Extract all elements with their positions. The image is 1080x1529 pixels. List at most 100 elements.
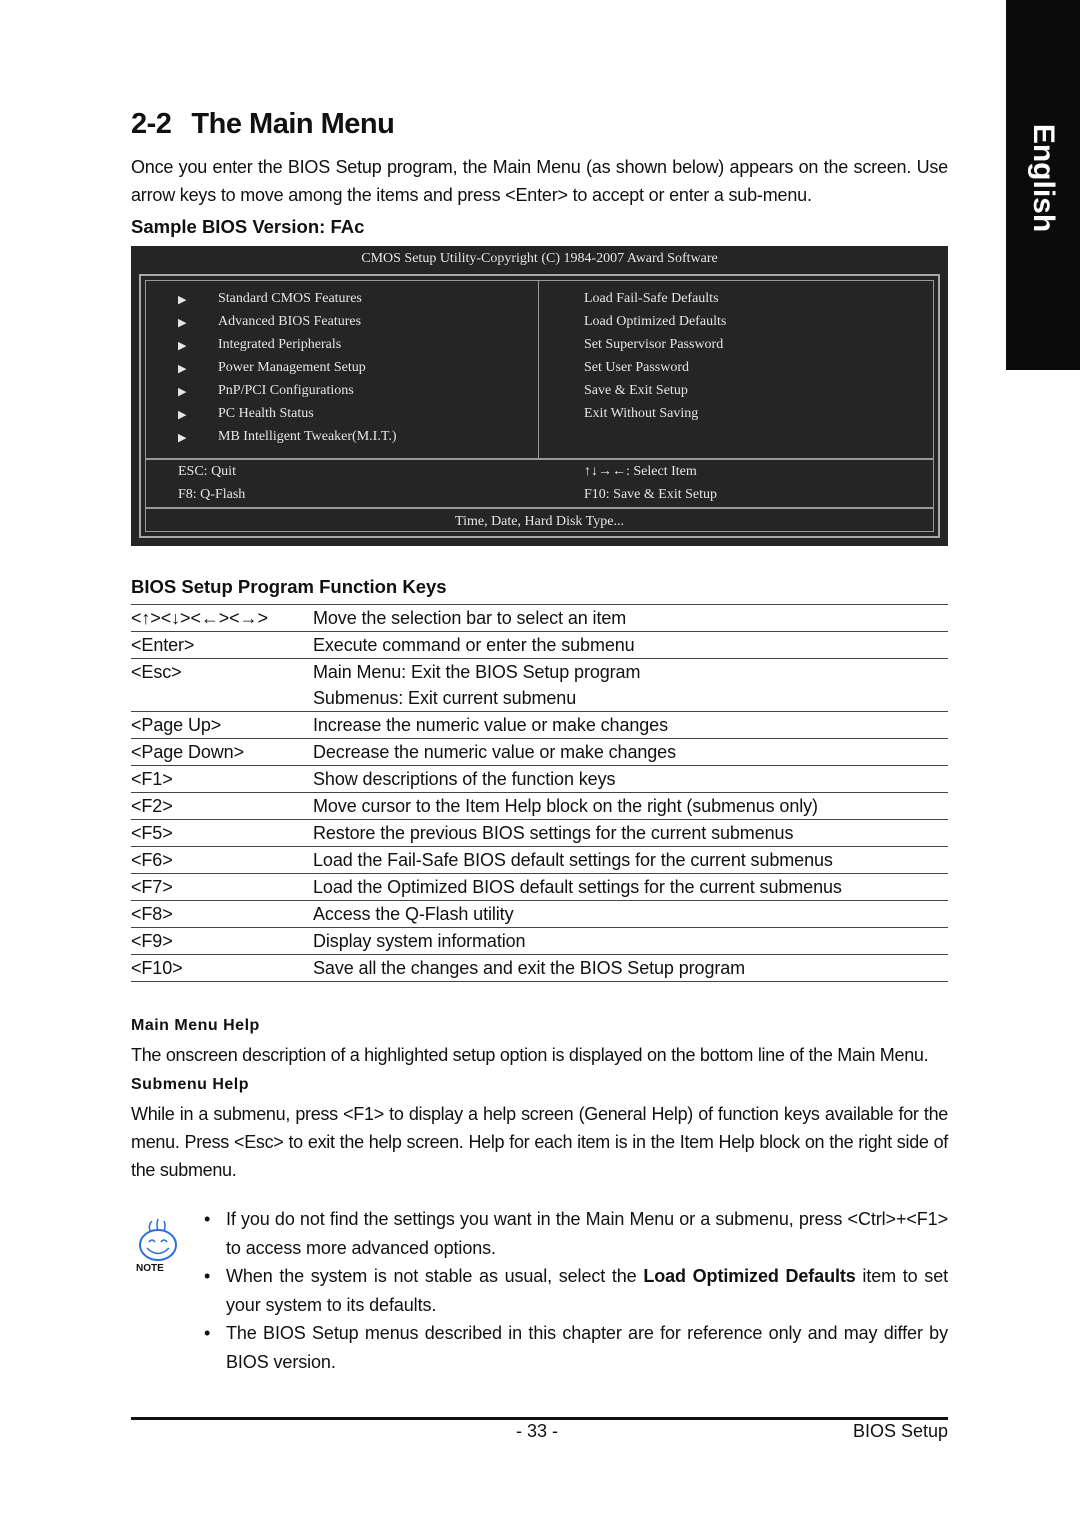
function-key-row: <F9> Display system information [131, 927, 948, 955]
bios-menu-item: Power Management Setup [218, 360, 366, 375]
function-key-description: Load the Fail-Safe BIOS default settings… [313, 850, 833, 870]
sample-bios-heading: Sample BIOS Version: FAc [131, 216, 365, 237]
function-key-description: Increase the numeric value or make chang… [313, 715, 668, 735]
bios-divider [146, 458, 933, 460]
function-key-description: Main Menu: Exit the BIOS Setup program [313, 662, 641, 682]
submenu-help-heading: Submenu Help [131, 1076, 250, 1093]
intro-paragraph: Once you enter the BIOS Setup program, t… [131, 157, 948, 205]
function-key-row: <Enter> Execute command or enter the subm… [131, 631, 948, 659]
language-side-tab: English [1006, 0, 1080, 370]
bios-inner-frame: ▶ Standard CMOS Features ▶ Advanced BIOS Fe… [145, 280, 934, 532]
note-icon: NOTE [134, 1215, 182, 1274]
function-key: <Page Up> [131, 715, 222, 735]
function-key-row: <Page Up> Increase the numeric value or m… [131, 711, 948, 739]
bios-menu-item: Set Supervisor Password [584, 337, 724, 352]
function-key-description: Display system information [313, 931, 526, 951]
note-item: • If you do not find the settings you wan… [204, 1205, 948, 1262]
submenu-arrow-icon: ▶ [178, 432, 187, 444]
note-list: • If you do not find the settings you wan… [204, 1205, 948, 1376]
function-key-row: <F6> Load the Fail-Safe BIOS default sett… [131, 846, 948, 874]
bios-f10-hint: F10: Save & Exit Setup [584, 487, 717, 502]
bios-menu-item: Set User Password [584, 360, 689, 375]
footer-section-name: BIOS Setup [852, 1421, 948, 1441]
note-item: • The BIOS Setup menus described in this … [204, 1319, 948, 1376]
bios-esc-hint: ESC: Quit [178, 464, 236, 479]
section-title: The Main Menu [191, 108, 395, 140]
note-emphasis: Load Optimized Defaults [643, 1266, 856, 1286]
function-key-row: <F7> Load the Optimized BIOS default sett… [131, 873, 948, 901]
function-key [131, 685, 313, 712]
function-key: <↑><↓><←><→> [131, 608, 268, 628]
bios-menu-item: PC Health Status [218, 406, 314, 421]
bios-menu-item: Load Optimized Defaults [584, 314, 727, 329]
function-key-row: <F1> Show descriptions of the function ke… [131, 765, 948, 793]
bios-f8-hint: F8: Q-Flash [178, 487, 246, 502]
bios-screenshot: CMOS Setup Utility-Copyright (C) 1984-20… [131, 246, 948, 546]
function-key-description: Execute command or enter the submenu [313, 635, 635, 655]
page-number: - 33 - [516, 1421, 559, 1441]
function-key: <F9> [131, 931, 173, 951]
submenu-arrow-icon: ▶ [178, 363, 187, 375]
function-key: <F2> [131, 796, 173, 816]
function-key-description: Move cursor to the Item Help block on th… [313, 796, 818, 816]
bios-menu-item: MB Intelligent Tweaker(M.I.T.) [218, 429, 397, 444]
submenu-arrow-icon: ▶ [178, 386, 187, 398]
bios-menu-item: Exit Without Saving [584, 406, 699, 421]
bios-select-hint: ↑↓→←: Select Item [584, 464, 697, 479]
function-key: <F8> [131, 904, 173, 924]
function-key-row: <↑><↓><←><→> Move the selection bar to se… [131, 604, 948, 632]
submenu-arrow-icon: ▶ [178, 294, 187, 306]
note-text: The BIOS Setup menus described in this c… [226, 1323, 948, 1372]
note-label: NOTE [136, 1263, 164, 1273]
function-key-description: Submenus: Exit current submenu [313, 688, 577, 708]
function-key-row: <Esc> Main Menu: Exit the BIOS Setup prog… [131, 658, 948, 686]
submenu-arrow-icon: ▶ [178, 317, 187, 329]
function-key-description: Load the Optimized BIOS default settings… [313, 877, 842, 897]
bios-menu-item: Save & Exit Setup [584, 383, 688, 398]
function-key: <F1> [131, 769, 173, 789]
bios-outer-frame: ▶ Standard CMOS Features ▶ Advanced BIOS Fe… [139, 274, 940, 538]
bios-menu-item: Load Fail-Safe Defaults [584, 291, 719, 306]
main-menu-help-text: The onscreen description of a highlighte… [131, 1045, 929, 1065]
bullet-icon: • [204, 1209, 211, 1229]
bios-menu-item: Standard CMOS Features [218, 291, 362, 306]
bios-column-divider [538, 281, 539, 458]
function-key: <F5> [131, 823, 173, 843]
function-key: <Page Down> [131, 742, 244, 762]
function-key-row: <F2> Move cursor to the Item Help block o… [131, 792, 948, 820]
function-key: <Enter> [131, 635, 195, 655]
submenu-arrow-icon: ▶ [178, 340, 187, 352]
function-key-row: <F10> Save all the changes and exit the B… [131, 954, 948, 982]
function-key-description: Save all the changes and exit the BIOS S… [313, 958, 746, 978]
function-key-row: <F8> Access the Q-Flash utility [131, 900, 948, 928]
function-key-description: Show descriptions of the function keys [313, 769, 616, 789]
function-key-description: Move the selection bar to select an item [313, 608, 627, 628]
function-key-row: Submenus: Exit current submenu [131, 685, 948, 712]
language-label: English [1027, 123, 1060, 233]
function-key-row: <Page Down> Decrease the numeric value or… [131, 738, 948, 766]
submenu-arrow-icon: ▶ [178, 409, 187, 421]
bios-divider [146, 507, 933, 509]
bios-title: CMOS Setup Utility-Copyright (C) 1984-20… [361, 251, 718, 266]
function-key-row: <F5> Restore the previous BIOS settings f… [131, 819, 948, 847]
function-key-description: Access the Q-Flash utility [313, 904, 514, 924]
main-menu-help-heading: Main Menu Help [131, 1017, 260, 1034]
bios-menu-item: Advanced BIOS Features [218, 314, 362, 329]
bios-menu-item: Integrated Peripherals [218, 337, 342, 352]
footer-rule [131, 1417, 948, 1420]
function-key-description: Restore the previous BIOS settings for t… [313, 823, 794, 843]
function-keys-table: <↑><↓><←><→> Move the selection bar to se… [131, 604, 948, 982]
bullet-icon: • [204, 1323, 211, 1343]
function-key-description: Decrease the numeric value or make chang… [313, 742, 676, 762]
function-key: <F10> [131, 958, 183, 978]
section-heading: 2-2 The Main Menu [131, 108, 395, 141]
function-key: <F6> [131, 850, 173, 870]
bios-status-line: Time, Date, Hard Disk Type... [455, 514, 624, 529]
bullet-icon: • [204, 1266, 211, 1286]
function-keys-heading: BIOS Setup Program Function Keys [131, 576, 447, 597]
function-key: <Esc> [131, 662, 182, 682]
note-item: • When the system is not stable as usual,… [204, 1262, 948, 1319]
note-text: When the system is not stable as usual, … [226, 1266, 644, 1286]
bios-menu-item: PnP/PCI Configurations [218, 383, 354, 398]
submenu-help-text: While in a submenu, press <F1> to displa… [131, 1104, 948, 1180]
